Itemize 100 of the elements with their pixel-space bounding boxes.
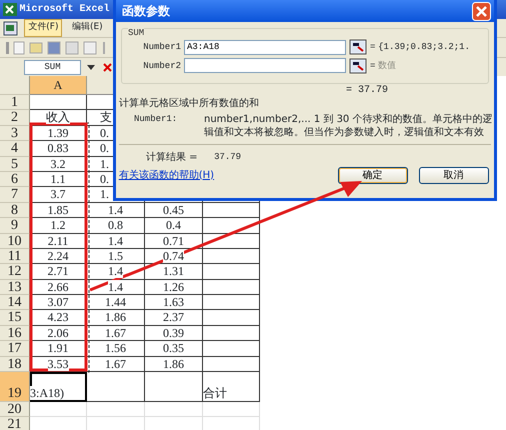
row-header[interactable]: 2 xyxy=(0,110,30,126)
table-cell xyxy=(87,372,145,402)
close-button[interactable] xyxy=(472,2,491,20)
row-header[interactable]: 9 xyxy=(0,218,30,234)
table-cell: 1.4 xyxy=(87,280,145,296)
collapse-dialog-icon[interactable] xyxy=(349,39,367,55)
table-cell: 0.4 xyxy=(145,218,203,234)
cancel-icon[interactable] xyxy=(103,62,112,72)
excel-logo-icon xyxy=(2,3,17,16)
row-header[interactable]: 17 xyxy=(0,341,30,357)
window-title: Microsoft Excel xyxy=(20,4,110,15)
table-cell: 0.39 xyxy=(145,326,203,342)
table-cell: 1.26 xyxy=(145,280,203,296)
table-cell: 1.31 xyxy=(145,264,203,280)
argument-help: number1,number2,... 1 到 30 个待求和的数值。单元格中的逻辑值和文本将被忽略。但当作为参数键入时，逻辑值和文本有效 xyxy=(204,112,494,139)
table-cell: 1.1 xyxy=(30,172,87,188)
dialog-button[interactable]: 取消 xyxy=(418,166,488,184)
equals-sign: = xyxy=(370,60,376,71)
table-cell: 1.67 xyxy=(87,326,145,342)
table-cell: 3.53 xyxy=(30,356,87,372)
table-cell: 0.74 xyxy=(145,248,203,264)
row-header[interactable]: 18 xyxy=(0,356,30,372)
row-header[interactable]: 21 xyxy=(0,417,30,430)
row-header[interactable]: 16 xyxy=(0,326,30,342)
table-cell xyxy=(203,326,260,342)
argument-label: Number1 xyxy=(142,42,181,52)
argument-label: Number2 xyxy=(142,60,181,71)
table-cell xyxy=(30,402,87,418)
row-header[interactable]: 1 xyxy=(0,95,30,110)
argument-result: 数值 xyxy=(378,60,396,72)
dialog-button[interactable]: 确定 xyxy=(338,166,408,184)
argument-field[interactable] xyxy=(184,58,346,74)
table-cell: 3.07 xyxy=(30,295,87,310)
table-cell: 0.45 xyxy=(145,202,203,218)
table-cell: 3:A18) xyxy=(30,372,87,402)
row-header[interactable]: 14 xyxy=(0,295,30,310)
table-cell: 0.35 xyxy=(145,341,203,357)
table-cell: 0.71 xyxy=(145,234,203,249)
table-cell: 1.67 xyxy=(87,356,145,372)
table-cell xyxy=(203,341,260,357)
row-header[interactable]: 20 xyxy=(0,402,30,418)
row-header[interactable]: 4 xyxy=(0,141,30,157)
table-cell xyxy=(203,310,260,326)
table-cell xyxy=(203,295,260,310)
argument-result: {1.39;0.83;3.2;1. xyxy=(378,42,470,52)
result-value: 37.79 xyxy=(214,150,242,164)
table-cell: 1.86 xyxy=(87,310,145,326)
table-cell: 1.86 xyxy=(145,356,203,372)
table-cell: 合计 xyxy=(203,372,260,402)
row-header[interactable]: 10 xyxy=(0,234,30,249)
table-cell: 2.71 xyxy=(30,264,87,280)
table-cell xyxy=(203,202,260,218)
table-cell xyxy=(203,218,260,234)
row-header[interactable]: 15 xyxy=(0,310,30,326)
table-cell: 2.11 xyxy=(30,234,87,249)
table-cell: 1.5 xyxy=(87,248,145,264)
result-label: 计算结果 = xyxy=(146,150,198,164)
row-header[interactable]: 12 xyxy=(0,264,30,280)
document-icon[interactable] xyxy=(2,20,19,36)
row-header[interactable]: 8 xyxy=(0,202,30,218)
table-cell: 0.8 xyxy=(87,218,145,234)
function-description: 计算单元格区域中所有数值的和 xyxy=(118,98,259,109)
row-header[interactable]: 19 xyxy=(0,372,30,402)
table-cell: 1.4 xyxy=(87,234,145,249)
menu-item[interactable]: 文件(F) xyxy=(24,19,62,37)
menu-item[interactable]: 编辑(E) xyxy=(68,19,107,37)
column-header[interactable]: A xyxy=(30,76,87,95)
table-cell xyxy=(145,402,203,418)
collapse-dialog-icon[interactable] xyxy=(349,58,367,74)
table-cell xyxy=(203,402,260,418)
row-header[interactable]: 3 xyxy=(0,126,30,142)
table-cell: 1.63 xyxy=(145,295,203,310)
table-cell: 2.37 xyxy=(145,310,203,326)
name-box[interactable]: SUM xyxy=(24,60,81,74)
table-cell: 收入 xyxy=(30,110,87,126)
row-header[interactable]: 13 xyxy=(0,280,30,296)
table-cell: 2.24 xyxy=(30,248,87,264)
dialog-title: 函数参数 xyxy=(122,4,170,18)
table-cell: 0.83 xyxy=(30,141,87,157)
table-cell: 2.06 xyxy=(30,326,87,342)
row-header[interactable]: 11 xyxy=(0,248,30,264)
argument-field[interactable]: A3:A18 xyxy=(184,40,346,54)
table-cell: 1.4 xyxy=(87,202,145,218)
corner-cell[interactable] xyxy=(0,76,30,95)
row-header[interactable]: 5 xyxy=(0,156,30,172)
dropdown-caret-icon[interactable] xyxy=(87,64,95,70)
row-header[interactable]: 7 xyxy=(0,187,30,203)
table-cell: 4.23 xyxy=(30,310,87,326)
equals-sign: = xyxy=(370,42,376,52)
table-cell: 1.85 xyxy=(30,202,87,218)
row-header[interactable]: 6 xyxy=(0,172,30,188)
table-cell: 1.2 xyxy=(30,218,87,234)
table-cell: 3.7 xyxy=(30,187,87,203)
table-cell xyxy=(203,280,260,296)
table-cell: 1.56 xyxy=(87,341,145,357)
table-cell: 1.91 xyxy=(30,341,87,357)
table-cell: 3.2 xyxy=(30,156,87,172)
table-cell: 2.66 xyxy=(30,280,87,296)
table-cell xyxy=(203,356,260,372)
table-cell xyxy=(87,402,145,418)
